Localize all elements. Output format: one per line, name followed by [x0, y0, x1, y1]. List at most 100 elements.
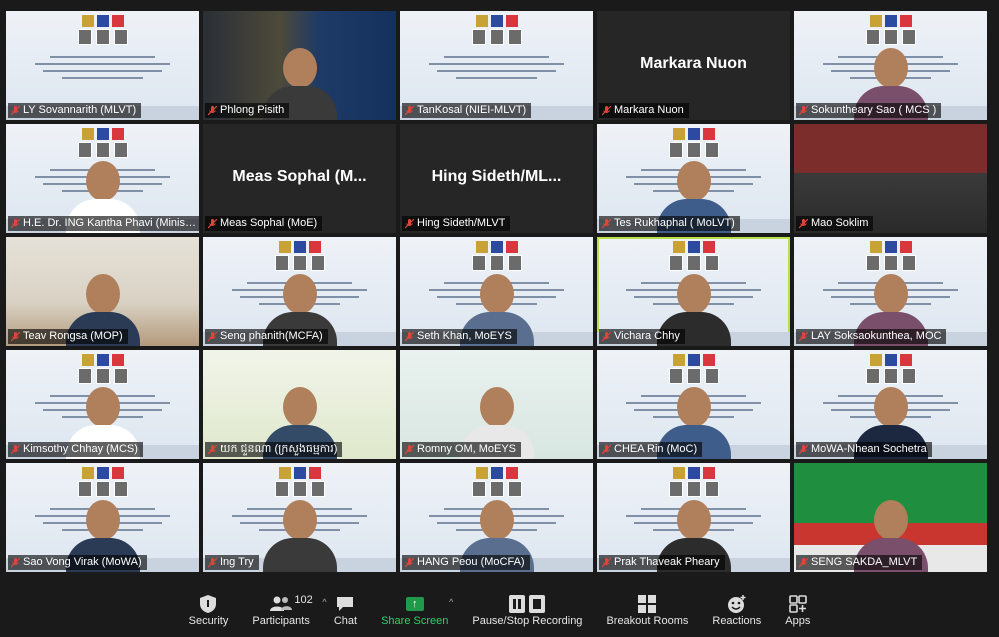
slide-portraits — [77, 142, 128, 158]
participant-name: Markara Nuon — [614, 104, 684, 116]
slide-emblems — [869, 15, 912, 27]
slide-emblems — [278, 467, 321, 479]
participant-name-label: Romny OM, MoEYS — [402, 442, 522, 457]
video-tile[interactable]: Sokuntheary Sao ( MCS ) — [794, 11, 987, 120]
video-tile[interactable]: MoWA-Nhean Sochetra — [794, 350, 987, 459]
video-tile[interactable]: Sao Vong Virak (MoWA) — [6, 463, 199, 572]
share-screen-icon: ↑ — [405, 597, 424, 611]
share-screen-button[interactable]: ↑ Share Screen ^ — [381, 585, 453, 627]
muted-mic-icon — [799, 105, 808, 116]
video-tile[interactable]: Hing Sideth/ML... Hing Sideth/MLVT — [400, 124, 593, 233]
slide-portraits — [471, 481, 522, 497]
video-tile[interactable]: LY Sovannarith (MLVT) — [6, 11, 199, 120]
slide-emblems — [475, 241, 518, 253]
slide-portraits — [77, 368, 128, 384]
participant-name-label: Phlong Pisith — [205, 103, 290, 118]
muted-mic-icon — [208, 557, 217, 568]
video-tile[interactable]: TanKosal (NIEI-MLVT) — [400, 11, 593, 120]
participant-name-label: TanKosal (NIEI-MLVT) — [402, 103, 532, 118]
apps-icon — [789, 593, 807, 615]
muted-mic-icon — [602, 444, 611, 455]
slide-portraits — [77, 481, 128, 497]
muted-mic-icon — [405, 444, 414, 455]
share-screen-label: Share Screen — [381, 615, 449, 627]
participant-name-label: CHEA Rin (MoC) — [599, 442, 703, 457]
meeting-toolbar: Security 102 Participants ^ Chat ↑ Share… — [0, 585, 999, 637]
video-tile[interactable]: Seng phanith(MCFA) — [203, 237, 396, 346]
slide-emblems — [278, 241, 321, 253]
video-tile[interactable]: Vichara Chhy — [597, 237, 790, 346]
video-tile[interactable]: Seth Khan, MoEYS — [400, 237, 593, 346]
participant-name: Prak Thaveak Pheary — [614, 556, 720, 568]
participant-name: LY Sovannarith (MLVT) — [23, 104, 137, 116]
video-tile[interactable]: H.E. Dr. ING Kantha Phavi (Ministe... — [6, 124, 199, 233]
video-tile[interactable]: Markara Nuon Markara Nuon — [597, 11, 790, 120]
participant-name-label: យក ជួនណា (ក្រសួងធម្មការ) — [205, 442, 343, 457]
video-tile[interactable]: Meas Sophal (M... Meas Sophal (MoE) — [203, 124, 396, 233]
video-tile[interactable]: Romny OM, MoEYS — [400, 350, 593, 459]
participant-name: Ing Try — [220, 556, 254, 568]
participants-label: Participants — [252, 615, 310, 627]
participant-name-label: Hing Sideth/MLVT — [402, 216, 511, 231]
video-tile[interactable]: Phlong Pisith — [203, 11, 396, 120]
video-grid: LY Sovannarith (MLVT) Phlong Pisith TanKos… — [6, 11, 987, 572]
video-tile[interactable]: HANG Peou (MoCFA) — [400, 463, 593, 572]
security-label: Security — [188, 615, 229, 627]
pause-recording-label: Pause/Stop Recording — [472, 615, 583, 627]
slide-portraits — [668, 142, 719, 158]
participant-name-label: Vichara Chhy — [599, 329, 685, 344]
muted-mic-icon — [799, 444, 808, 455]
participant-name-label: Markara Nuon — [599, 103, 689, 118]
video-tile[interactable]: Ing Try — [203, 463, 396, 572]
participant-name-label: SENG SAKDA_MLVT — [796, 555, 923, 570]
video-tile[interactable]: Mao Soklim — [794, 124, 987, 233]
muted-mic-icon — [799, 218, 808, 229]
slide-portraits — [471, 255, 522, 271]
muted-mic-icon — [208, 105, 217, 116]
participant-display-name: Markara Nuon — [640, 55, 747, 72]
video-tile[interactable]: Teav Rongsa (MOP) — [6, 237, 199, 346]
participant-name: MoWA-Nhean Sochetra — [811, 443, 927, 455]
security-button[interactable]: Security — [188, 585, 229, 627]
slide-portraits — [865, 29, 916, 45]
participant-name: Tes Rukhaphal ( MoLVT) — [614, 217, 735, 229]
video-tile[interactable]: Kimsothy Chhay (MCS) — [6, 350, 199, 459]
slide-portraits — [77, 29, 128, 45]
slide-emblems — [672, 241, 715, 253]
participants-button[interactable]: 102 Participants ^ — [252, 585, 326, 627]
participants-caret-icon[interactable]: ^ — [322, 597, 326, 607]
video-tile[interactable]: LAY Soksaokunthea, MOC — [794, 237, 987, 346]
shield-icon — [200, 593, 217, 615]
participant-name-label: Meas Sophal (MoE) — [205, 216, 323, 231]
participant-name-label: Seng phanith(MCFA) — [205, 329, 328, 344]
breakout-rooms-button[interactable]: Breakout Rooms — [606, 585, 688, 627]
muted-mic-icon — [208, 218, 217, 229]
video-tile[interactable]: យក ជួនណា (ក្រសួងធម្មការ) — [203, 350, 396, 459]
video-tile[interactable]: CHEA Rin (MoC) — [597, 350, 790, 459]
slide-emblems — [81, 128, 124, 140]
participants-icon — [270, 593, 293, 615]
slide-portraits — [274, 255, 325, 271]
video-tile[interactable]: SENG SAKDA_MLVT — [794, 463, 987, 572]
slide-emblems — [81, 354, 124, 366]
muted-mic-icon — [11, 331, 20, 342]
slide-portraits — [471, 29, 522, 45]
pause-recording-button[interactable]: Pause/Stop Recording — [472, 585, 582, 627]
apps-button[interactable]: Apps — [785, 585, 810, 627]
participant-name: HANG Peou (MoCFA) — [417, 556, 525, 568]
video-tile[interactable]: Prak Thaveak Pheary — [597, 463, 790, 572]
participant-name-label: Ing Try — [205, 555, 259, 570]
apps-label: Apps — [785, 615, 811, 627]
chat-label: Chat — [333, 615, 358, 627]
muted-mic-icon — [799, 557, 808, 568]
participant-name: Sokuntheary Sao ( MCS ) — [811, 104, 937, 116]
muted-mic-icon — [11, 557, 20, 568]
participants-count: 102 — [294, 594, 313, 606]
slide-emblems — [672, 467, 715, 479]
slide-portraits — [865, 255, 916, 271]
chat-button[interactable]: Chat — [334, 585, 357, 627]
share-screen-caret-icon[interactable]: ^ — [449, 597, 453, 607]
video-tile[interactable]: Tes Rukhaphal ( MoLVT) — [597, 124, 790, 233]
breakout-rooms-icon — [638, 593, 657, 615]
reactions-button[interactable]: Reactions — [712, 585, 761, 627]
